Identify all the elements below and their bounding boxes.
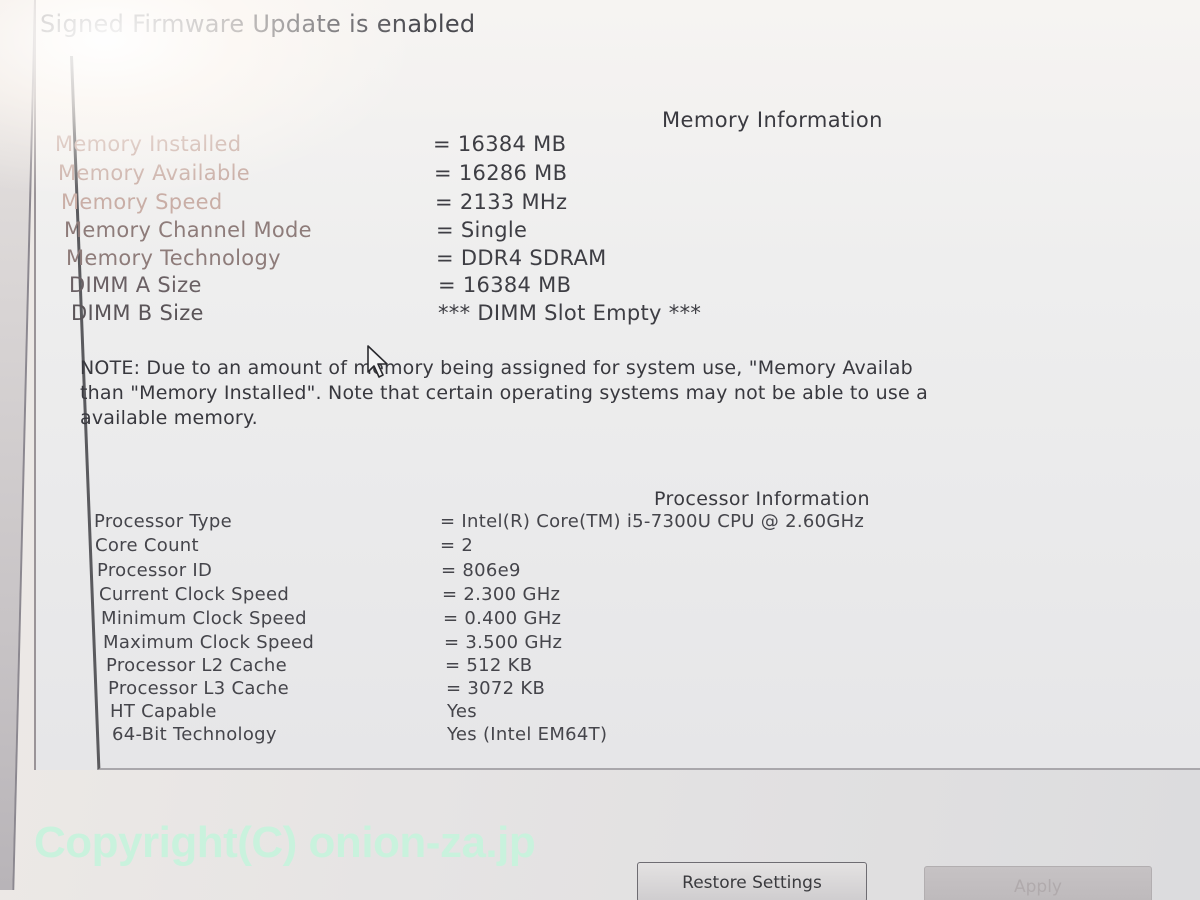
memory-row-value: = 16286 MB (434, 161, 568, 185)
processor-row-label: Core Count (95, 535, 199, 556)
processor-row-label: Processor L2 Cache (106, 655, 287, 676)
processor-row-value: = Intel(R) Core(TM) i5-7300U CPU @ 2.60G… (440, 511, 865, 532)
memory-row-value: = Single (436, 218, 528, 242)
processor-row-label: Processor ID (97, 560, 213, 581)
processor-row-value: Yes (447, 701, 477, 722)
memory-note: NOTE: Due to an amount of memory being a… (80, 356, 1200, 431)
processor-row-value: Yes (Intel EM64T) (447, 724, 608, 745)
memory-row: Memory Technology = DDR4 SDRAM (66, 246, 606, 270)
processor-row: 64-Bit Technology Yes (Intel EM64T) (112, 724, 607, 745)
memory-information-title: Memory Information (662, 108, 883, 132)
memory-row: DIMM A Size = 16384 MB (69, 273, 571, 297)
processor-information-title: Processor Information (654, 488, 870, 510)
processor-row-value: = 2.300 GHz (442, 584, 561, 605)
processor-row: Current Clock Speed = 2.300 GHz (99, 584, 560, 605)
processor-row-value: = 2 (440, 535, 474, 556)
processor-row-value: = 512 KB (445, 655, 533, 676)
arrow-pointer-icon (367, 345, 388, 378)
processor-row: Processor L2 Cache = 512 KB (106, 655, 532, 676)
copyright-watermark: Copyright(C) onion-za.jp (34, 818, 536, 867)
memory-row-label: Memory Installed (55, 132, 242, 156)
processor-row-label: Maximum Clock Speed (103, 632, 315, 653)
memory-row-label: Memory Technology (66, 246, 281, 270)
processor-row: Processor Type = Intel(R) Core(TM) i5-73… (94, 511, 864, 532)
memory-row-label: DIMM A Size (69, 273, 202, 297)
memory-row-label: Memory Speed (61, 190, 223, 214)
processor-row: Processor ID = 806e9 (97, 560, 520, 581)
processor-row-label: Current Clock Speed (99, 584, 290, 605)
memory-row: Memory Speed = 2133 MHz (61, 190, 567, 214)
memory-note-line: available memory. (80, 407, 258, 429)
apply-button[interactable]: Apply (924, 866, 1152, 900)
processor-row: Core Count = 2 (95, 535, 473, 556)
bios-screen: Signed Firmware Update is enabled Memory… (0, 0, 1200, 900)
restore-settings-button[interactable]: Restore Settings (637, 862, 867, 900)
processor-row-value: = 806e9 (441, 560, 521, 581)
processor-row-value: = 3.500 GHz (444, 632, 563, 653)
processor-row-label: Minimum Clock Speed (101, 608, 307, 629)
firmware-update-status: Signed Firmware Update is enabled (40, 10, 476, 38)
memory-row-label: DIMM B Size (71, 301, 204, 325)
processor-row-label: Processor Type (94, 511, 232, 532)
memory-note-line: NOTE: Due to an amount of memory being a… (80, 357, 913, 379)
processor-row: HT Capable Yes (110, 701, 477, 722)
processor-row-value: = 0.400 GHz (443, 608, 562, 629)
memory-row-value: = 2133 MHz (435, 190, 568, 214)
memory-row-label: Memory Available (58, 161, 250, 185)
processor-row: Minimum Clock Speed = 0.400 GHz (101, 608, 561, 629)
memory-row-value: = DDR4 SDRAM (436, 246, 607, 270)
memory-row: DIMM B Size *** DIMM Slot Empty *** (71, 301, 701, 325)
processor-row-label: 64-Bit Technology (112, 724, 277, 745)
memory-row: Memory Channel Mode = Single (64, 218, 527, 242)
memory-row-value: = 16384 MB (433, 132, 567, 156)
memory-row-label: Memory Channel Mode (64, 218, 312, 242)
memory-row: Memory Installed = 16384 MB (55, 132, 566, 156)
processor-row: Processor L3 Cache = 3072 KB (108, 678, 545, 699)
processor-row-label: Processor L3 Cache (108, 678, 289, 699)
memory-row-value: = 16384 MB (438, 273, 572, 297)
memory-note-line: than "Memory Installed". Note that certa… (80, 382, 928, 404)
left-navigation-frame-edge (0, 0, 36, 890)
processor-row: Maximum Clock Speed = 3.500 GHz (103, 632, 562, 653)
processor-row-label: HT Capable (110, 701, 217, 722)
processor-row-value: = 3072 KB (446, 678, 546, 699)
memory-row: Memory Available = 16286 MB (58, 161, 567, 185)
memory-row-value: *** DIMM Slot Empty *** (438, 301, 702, 325)
